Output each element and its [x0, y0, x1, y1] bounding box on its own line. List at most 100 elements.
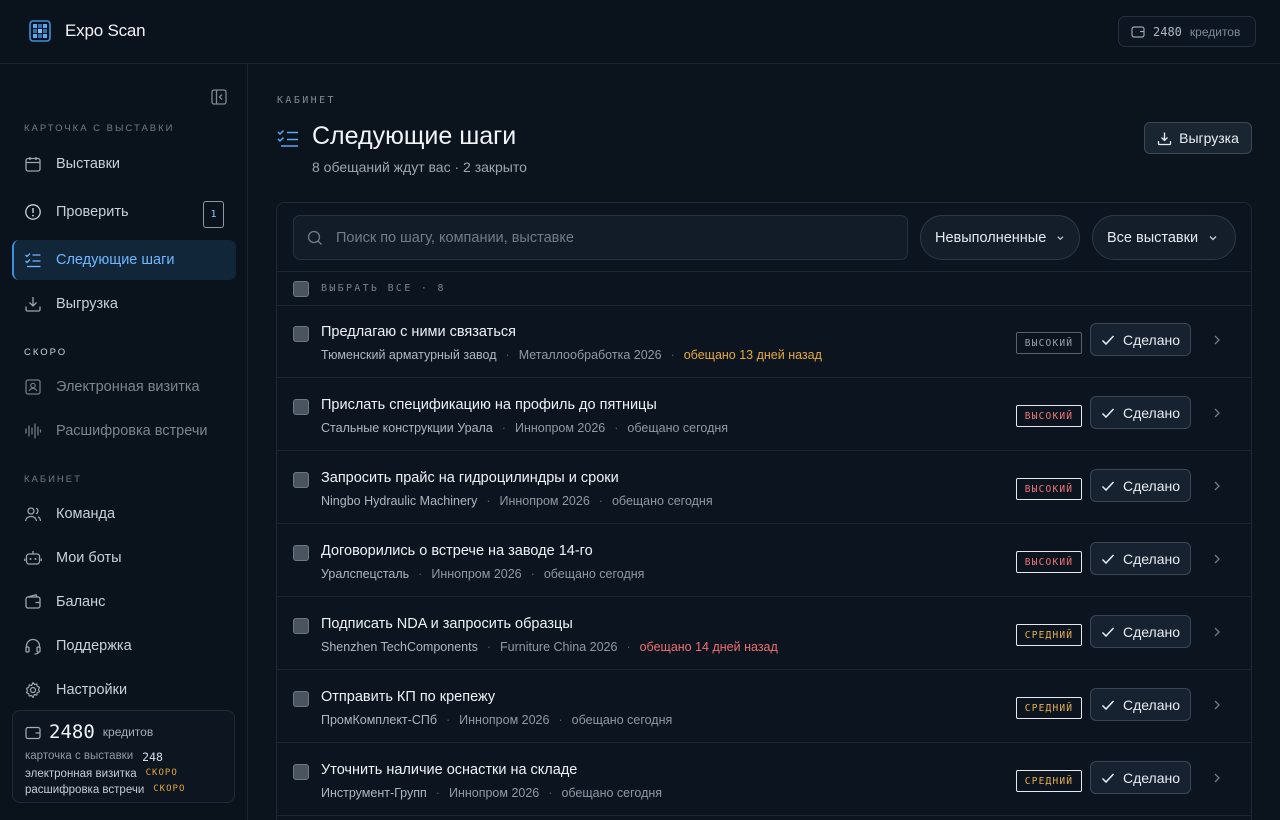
- credits-summary-card: 2480 кредитов карточка с выставки 248 эл…: [12, 710, 235, 803]
- sidebar: КАРТОЧКА С ВЫСТАВКИ Выставки Проверить 1…: [0, 64, 248, 820]
- audio-wave-icon: [24, 422, 42, 440]
- task-due: обещано сегодня: [571, 713, 673, 727]
- mark-done-button[interactable]: Сделано: [1090, 615, 1191, 648]
- grid-scan-icon[interactable]: [29, 20, 51, 42]
- section-label-expo-card: КАРТОЧКА С ВЫСТАВКИ: [24, 123, 175, 134]
- sidebar-item-exhibitions[interactable]: Выставки: [12, 144, 236, 184]
- task-title[interactable]: Уточнить наличие оснастки на складе: [321, 762, 577, 778]
- sidebar-item-label: Следующие шаги: [56, 252, 175, 268]
- sidebar-item-next-steps[interactable]: Следующие шаги: [12, 240, 236, 280]
- task-company: Тюменский арматурный завод: [321, 348, 497, 362]
- sidebar-item-e-card[interactable]: Электронная визитка: [12, 367, 236, 407]
- mark-done-button[interactable]: Сделано: [1090, 469, 1191, 502]
- sidebar-item-bots[interactable]: Мои боты: [12, 538, 236, 578]
- task-title[interactable]: Запросить прайс на гидроцилиндры и сроки: [321, 470, 619, 486]
- section-label-cabinet: КАБИНЕТ: [24, 474, 82, 485]
- credits-line-expo-card: карточка с выставки 248: [25, 750, 222, 764]
- chevron-right-icon[interactable]: [1211, 771, 1223, 785]
- task-checkbox[interactable]: [293, 618, 309, 634]
- task-checkbox[interactable]: [293, 691, 309, 707]
- task-row[interactable]: Уточнить наличие оснастки на складе Инстр…: [277, 743, 1251, 816]
- chevron-right-icon[interactable]: [1211, 479, 1223, 493]
- top-bar: Expo Scan 2480 кредитов: [0, 0, 1280, 64]
- task-row[interactable]: Запросить прайс на гидроцилиндры и сроки…: [277, 451, 1251, 524]
- select-all-checkbox[interactable]: [293, 280, 309, 297]
- mark-done-button[interactable]: Сделано: [1090, 396, 1191, 429]
- sidebar-item-balance[interactable]: Баланс: [12, 582, 236, 622]
- meta-separator: ·: [558, 713, 563, 727]
- search-box[interactable]: [293, 215, 908, 260]
- sidebar-item-support[interactable]: Поддержка: [12, 626, 236, 666]
- wallet-icon: [25, 726, 41, 739]
- credits-balance-button[interactable]: 2480 кредитов: [1118, 16, 1256, 47]
- check-icon: [1101, 553, 1115, 564]
- mark-done-button[interactable]: Сделано: [1090, 323, 1191, 356]
- sidebar-collapse-icon[interactable]: [210, 88, 228, 106]
- task-checkbox[interactable]: [293, 545, 309, 561]
- credits-card-label: кредитов: [102, 725, 154, 739]
- task-row[interactable]: Договорились о встрече на заводе 14-го Ур…: [277, 524, 1251, 597]
- download-icon: [24, 295, 42, 313]
- priority-badge: ВЫСОКИЙ: [1016, 332, 1082, 354]
- mark-done-label: Сделано: [1122, 623, 1181, 640]
- task-meta: Уралспецсталь · Иннопром 2026 · обещано сего…: [321, 567, 644, 581]
- mark-done-label: Сделано: [1122, 696, 1181, 713]
- mark-done-button[interactable]: Сделано: [1090, 761, 1191, 794]
- task-checkbox[interactable]: [293, 326, 309, 342]
- task-event: Иннопром 2026: [499, 494, 590, 508]
- chevron-down-icon: [1057, 235, 1064, 240]
- chevron-down-icon: [1209, 235, 1217, 240]
- select-all-label[interactable]: ВЫБРАТЬ ВСЕ · 8: [321, 283, 446, 294]
- task-event: Иннопром 2026: [448, 786, 540, 800]
- task-row[interactable]: Подписать NDA и запросить образцы Shenzhe…: [277, 597, 1251, 670]
- sidebar-item-team[interactable]: Команда: [12, 494, 236, 534]
- priority-badge: ВЫСОКИЙ: [1016, 405, 1082, 427]
- sidebar-item-transcription[interactable]: Расшифровка встречи: [12, 411, 236, 451]
- soon-badge: СКОРО: [153, 784, 186, 794]
- export-button[interactable]: Выгрузка: [1144, 122, 1252, 154]
- task-checkbox[interactable]: [293, 472, 309, 488]
- task-event: Иннопром 2026: [514, 421, 606, 435]
- search-input[interactable]: [336, 229, 876, 246]
- task-meta: Стальные конструкции Урала · Иннопром 2026…: [321, 421, 728, 435]
- mark-done-label: Сделано: [1122, 477, 1181, 494]
- page-title: Следующие шаги: [312, 122, 517, 150]
- tasks-panel: Невыполненные Все выставки ВЫБРАТЬ ВСЕ ·…: [276, 202, 1252, 820]
- status-filter-dropdown[interactable]: Невыполненные: [920, 215, 1080, 260]
- task-title[interactable]: Отправить КП по крепежу: [321, 689, 495, 705]
- credits-card-value: 2480: [49, 721, 95, 743]
- chevron-right-icon[interactable]: [1211, 698, 1223, 712]
- sidebar-item-label: Баланс: [56, 594, 106, 610]
- task-meta: Тюменский арматурный завод · Металлообрабо…: [321, 348, 822, 362]
- priority-badge: СРЕДНИЙ: [1016, 624, 1082, 646]
- sidebar-item-export[interactable]: Выгрузка: [12, 284, 236, 324]
- task-checkbox[interactable]: [293, 764, 309, 780]
- credits-line-transcription: расшифровка встречи СКОРО: [25, 784, 222, 796]
- task-title[interactable]: Прислать спецификацию на профиль до пятн…: [321, 397, 657, 413]
- task-checkbox[interactable]: [293, 399, 309, 415]
- mark-done-button[interactable]: Сделано: [1090, 688, 1191, 721]
- task-company: Инструмент-Групп: [321, 786, 427, 800]
- task-row[interactable]: Прислать спецификацию на профиль до пятн…: [277, 378, 1251, 451]
- meta-separator: ·: [548, 786, 553, 800]
- chevron-right-icon[interactable]: [1211, 552, 1223, 566]
- task-event: Иннопром 2026: [459, 713, 550, 727]
- checklist-icon: [277, 129, 298, 147]
- task-meta: Ningbo Hydraulic Machinery · Иннопром 2026…: [321, 494, 713, 508]
- task-title[interactable]: Предлагаю с ними связаться: [321, 324, 516, 340]
- task-row[interactable]: Предлагаю с ними связаться Тюменский арма…: [277, 305, 1251, 378]
- download-icon: [1157, 132, 1172, 145]
- chevron-right-icon[interactable]: [1211, 625, 1223, 639]
- chevron-right-icon[interactable]: [1211, 406, 1223, 420]
- sidebar-item-review[interactable]: Проверить 1: [12, 192, 236, 232]
- events-filter-dropdown[interactable]: Все выставки: [1092, 215, 1236, 260]
- sidebar-item-settings[interactable]: Настройки: [12, 670, 236, 710]
- mark-done-button[interactable]: Сделано: [1090, 542, 1191, 575]
- check-icon: [1101, 407, 1115, 418]
- task-meta: ПромКомплект-СПб · Иннопром 2026 · обещано с…: [321, 713, 672, 727]
- app-title[interactable]: Expo Scan: [65, 21, 146, 41]
- task-title[interactable]: Договорились о встрече на заводе 14-го: [321, 543, 593, 559]
- task-title[interactable]: Подписать NDA и запросить образцы: [321, 616, 573, 632]
- task-row[interactable]: Отправить КП по крепежу ПромКомплект-СПб ·…: [277, 670, 1251, 743]
- chevron-right-icon[interactable]: [1211, 333, 1223, 347]
